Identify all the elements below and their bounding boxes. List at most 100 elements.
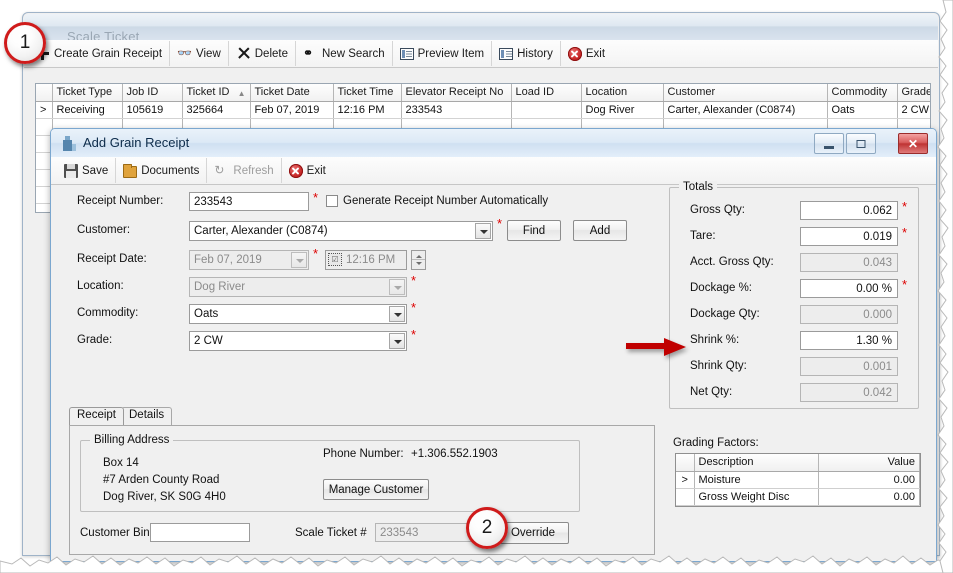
create-grain-receipt-label: Create Grain Receipt (54, 47, 163, 60)
view-button[interactable]: 👓 View (170, 41, 229, 66)
x-icon (236, 46, 251, 61)
table-row[interactable]: > Moisture 0.00 (676, 471, 920, 489)
close-button[interactable]: ✕ (898, 133, 928, 154)
grade-value: 2 CW (194, 335, 223, 347)
manage-customer-button[interactable]: Manage Customer (323, 479, 429, 500)
gross-qty-label: Gross Qty: (690, 204, 745, 216)
tab-receipt[interactable]: Receipt (69, 407, 124, 425)
shrink-pct-label: Shrink %: (690, 334, 740, 346)
binoculars-icon: ⚭ (303, 46, 314, 60)
required-marker: * (902, 277, 908, 292)
gf-description: Moisture (694, 471, 819, 489)
add-button[interactable]: Add (573, 220, 627, 241)
documents-label: Documents (141, 164, 200, 177)
commodity-combobox[interactable]: Oats (189, 304, 407, 324)
callout-badge-2: 2 (466, 507, 508, 549)
gross-qty-input[interactable]: 0.062 (800, 201, 898, 220)
table-row[interactable]: Gross Weight Disc 0.00 (676, 488, 920, 506)
receipt-date-value: Feb 07, 2019 (194, 254, 262, 266)
dialog-exit-label: Exit (306, 164, 326, 177)
new-search-label: New Search (322, 47, 385, 60)
history-button[interactable]: History (492, 41, 561, 66)
scale-ticket-titlebar (24, 14, 938, 41)
grid-header-ticket-id[interactable]: Ticket ID ▲ (182, 84, 251, 102)
save-label: Save (82, 164, 109, 177)
cell-customer: Carter, Alexander (C0874) (663, 101, 828, 119)
generate-receipt-number-checkbox[interactable] (326, 195, 338, 207)
save-icon (64, 163, 78, 178)
preview-item-button[interactable]: Preview Item (393, 41, 493, 66)
receipt-number-input[interactable]: 233543 (189, 192, 309, 211)
preview-item-label: Preview Item (417, 47, 485, 60)
cell-job-id: 105619 (122, 101, 183, 119)
gf-description: Gross Weight Disc (694, 488, 819, 506)
maximize-button[interactable] (846, 133, 876, 154)
totals-title: Totals (679, 181, 718, 193)
cell-commodity: Oats (827, 101, 898, 119)
tare-input[interactable]: 0.019 (800, 227, 898, 246)
exit-label: Exit (585, 47, 606, 60)
cell-grade: 2 CW (897, 101, 930, 119)
cell-ticket-id: 325664 (182, 101, 251, 119)
required-marker: * (902, 225, 908, 240)
new-search-button[interactable]: ⚭ New Search (296, 41, 393, 66)
grid-header-grade[interactable]: Grade (897, 84, 930, 102)
cell-elevator-receipt-no: 233543 (401, 101, 512, 119)
chevron-down-icon[interactable] (291, 252, 307, 268)
phone-number-label: Phone Number: (323, 448, 404, 460)
delete-button[interactable]: Delete (229, 41, 296, 66)
required-marker: * (313, 190, 319, 205)
document-icon (499, 48, 514, 60)
grade-combobox[interactable]: 2 CW (189, 331, 407, 351)
grid-header-ticket-date[interactable]: Ticket Date (250, 84, 334, 102)
minimize-button[interactable] (814, 133, 844, 154)
documents-button[interactable]: Documents (116, 158, 208, 183)
table-row[interactable]: > Receiving 105619 325664 Feb 07, 2019 1… (36, 101, 930, 119)
shrink-pct-input[interactable]: 1.30 % (800, 331, 898, 350)
receipt-time-input[interactable]: ☑ 12:16 PM (325, 250, 407, 270)
save-button[interactable]: Save (57, 158, 117, 183)
customer-bin-input[interactable] (150, 523, 250, 542)
gf-value[interactable]: 0.00 (818, 471, 920, 489)
grid-header-load-id[interactable]: Load ID (511, 84, 582, 102)
gf-header-value[interactable]: Value (818, 454, 920, 472)
cell-load-id (511, 101, 582, 119)
chevron-down-icon[interactable] (389, 333, 405, 349)
tab-details[interactable]: Details (121, 407, 173, 425)
time-spinner[interactable] (411, 250, 426, 270)
tabstrip: Receipt Details (69, 407, 655, 426)
grid-header-ticket-time[interactable]: Ticket Time (333, 84, 402, 102)
refresh-icon: ↻ (214, 163, 225, 177)
gf-header-description[interactable]: Description (694, 454, 819, 472)
create-grain-receipt-button[interactable]: Create Grain Receipt (28, 41, 171, 66)
find-button[interactable]: Find (507, 220, 561, 241)
customer-combobox[interactable]: Carter, Alexander (C0874) (189, 221, 493, 241)
gf-value[interactable]: 0.00 (818, 488, 920, 506)
view-label: View (196, 47, 221, 60)
billing-address-groupbox: Billing Address Box 14 #7 Arden County R… (80, 434, 580, 512)
billing-address-line3: Dog River, SK S0G 4H0 (103, 491, 226, 503)
grid-header-location[interactable]: Location (581, 84, 664, 102)
dialog-exit-button[interactable]: Exit (282, 158, 333, 183)
grid-header-elevator-receipt-no[interactable]: Elevator Receipt No (401, 84, 512, 102)
location-value: Dog River (194, 281, 246, 293)
dialog-title: Add Grain Receipt (83, 135, 190, 150)
exit-icon (288, 163, 303, 178)
grid-header-job-id[interactable]: Job ID (122, 84, 183, 102)
gf-header-selector (676, 454, 695, 472)
chevron-down-icon[interactable] (389, 306, 405, 322)
receipt-date-picker[interactable]: Feb 07, 2019 (189, 250, 309, 270)
location-label: Location: (77, 280, 124, 292)
document-icon (399, 48, 414, 60)
sort-ascending-icon: ▲ (237, 89, 246, 99)
chevron-down-icon[interactable] (475, 223, 491, 239)
dockage-pct-input[interactable]: 0.00 % (800, 279, 898, 298)
add-grain-receipt-dialog: Add Grain Receipt ✕ Save Documents ↻ Ref… (50, 128, 937, 562)
grid-header-ticket-type[interactable]: Ticket Type (52, 84, 123, 102)
required-marker: * (411, 327, 417, 342)
screenshot-root: Scale Ticket Create Grain Receipt 👓 View… (0, 0, 953, 573)
grading-factors-grid[interactable]: Description Value > Moisture 0.00 Gross … (675, 453, 921, 507)
exit-button[interactable]: Exit (561, 41, 612, 66)
grid-header-commodity[interactable]: Commodity (827, 84, 898, 102)
grid-header-customer[interactable]: Customer (663, 84, 828, 102)
